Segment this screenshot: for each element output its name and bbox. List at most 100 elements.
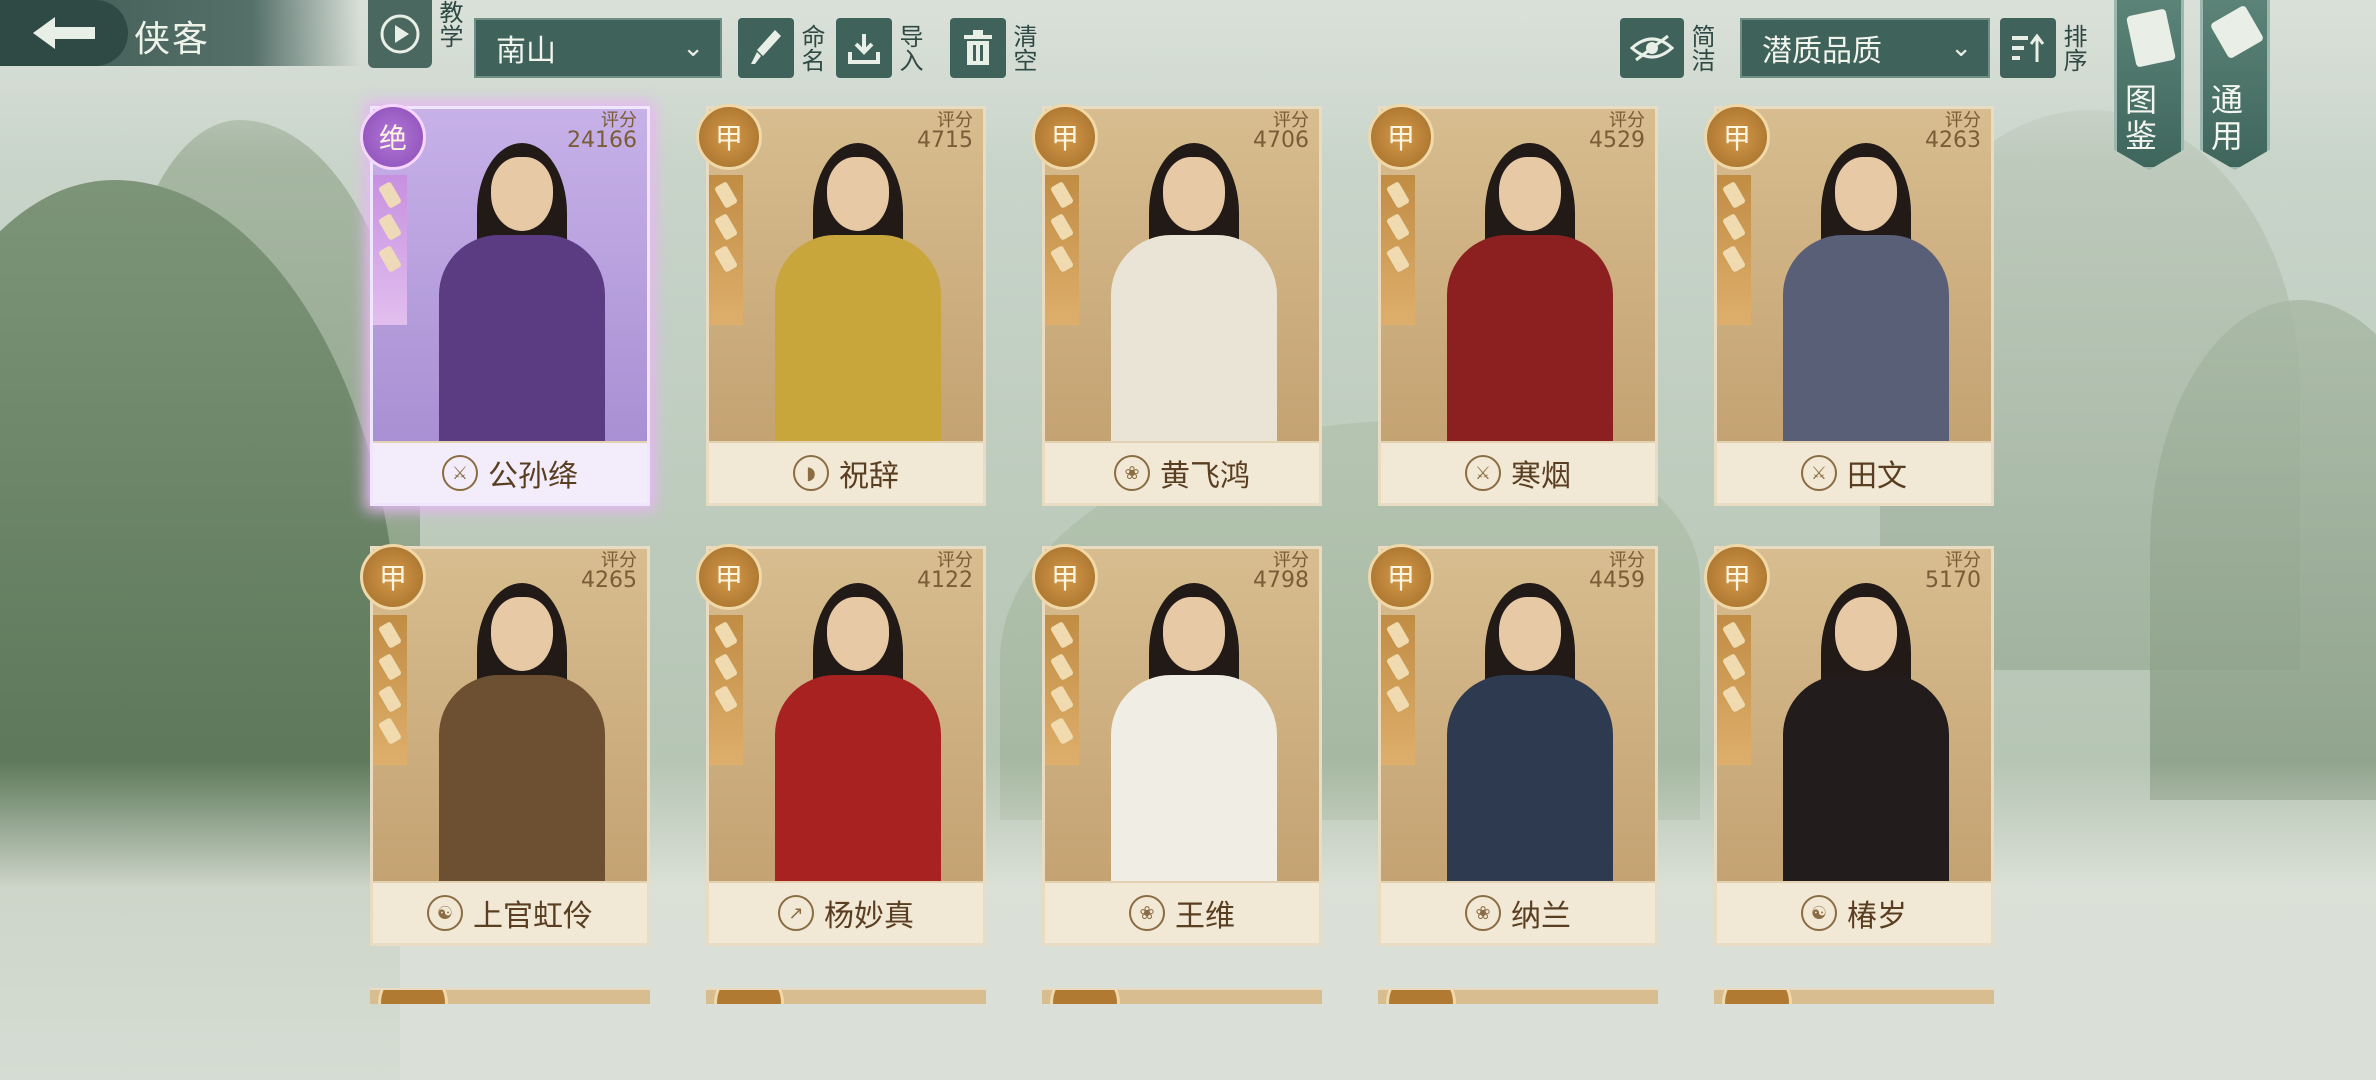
grade-badge: 甲 [696, 104, 762, 170]
hero-namebar: ⚔ 寒烟 [1381, 441, 1655, 503]
grade-badge: 甲 [360, 544, 426, 610]
yin-yang-icon: ☯ [1801, 895, 1837, 931]
side-tab-label: 图鉴 [2125, 81, 2158, 155]
potential-ribbon [709, 615, 743, 765]
hero-score: 评分 5170 [1925, 551, 1981, 593]
hero-namebar: ☯ 椿岁 [1717, 881, 1991, 943]
hero-score: 评分 24166 [567, 111, 637, 153]
sort-order-label: 排序 [2059, 24, 2087, 72]
rename-button[interactable]: 命名 [738, 18, 825, 78]
potential-ribbon [1381, 175, 1415, 325]
hero-score: 评分 4706 [1253, 111, 1309, 153]
hero-card[interactable]: 评分 4798 ❀ 王维 甲 [1032, 544, 1324, 948]
hero-card[interactable]: 评分 4263 ⚔ 田文 甲 [1704, 104, 1996, 508]
grade-badge: 绝 [360, 104, 426, 170]
yin-yang-icon: ☯ [427, 895, 463, 931]
hero-name: 祝辞 [839, 459, 899, 494]
hero-name: 公孙绛 [488, 459, 578, 494]
potential-ribbon [709, 175, 743, 325]
brush-icon [738, 18, 794, 78]
play-icon [368, 0, 432, 68]
hero-card[interactable]: 评分 5170 ☯ 椿岁 甲 [1704, 544, 1996, 948]
hero-score: 评分 4798 [1253, 551, 1309, 592]
eye-hidden-icon [1620, 18, 1684, 78]
hero-score: 评分 4529 [1589, 111, 1645, 153]
hero-score: 评分 4459 [1589, 551, 1645, 593]
score-value: 4263 [1925, 128, 1981, 153]
potential-ribbon [1381, 615, 1415, 765]
hero-namebar: ❀ 王维 [1045, 881, 1319, 943]
hero-score: 评分 4122 [917, 551, 973, 593]
grade-badge: 甲 [1704, 544, 1770, 610]
score-value: 5170 [1925, 568, 1981, 593]
back-arrow-icon [33, 17, 95, 49]
simple-view-button[interactable]: 简洁 [1620, 18, 1715, 78]
lotus-icon: ❀ [1465, 895, 1501, 931]
hero-card[interactable]: 评分 24166 ⚔ 公孙绛 绝 [360, 104, 652, 508]
tutorial-label: 教学 [435, 0, 463, 48]
side-tab-label: 通用 [2211, 81, 2244, 155]
import-button[interactable]: 导入 [836, 18, 923, 78]
tutorial-button[interactable]: 教学 [368, 0, 463, 68]
hero-card[interactable]: 评分 4715 ◗ 祝辞 甲 [696, 104, 988, 508]
grade-badge: 甲 [1704, 104, 1770, 170]
hero-namebar: ⚔ 田文 [1717, 441, 1991, 503]
top-bar: 侠客 教学 南山 ⌄ 命名 导入 清空 简洁 潜质品质 ⌄ 排序 图鉴 通用 [0, 0, 2376, 170]
chevron-down-icon: ⌄ [682, 33, 704, 63]
hero-card[interactable]: 评分 4459 ❀ 纳兰 甲 [1368, 544, 1660, 948]
score-value: 4122 [917, 568, 973, 593]
sword-icon: ⚔ [1465, 455, 1501, 491]
chevron-down-icon: ⌄ [1950, 33, 1972, 63]
shield-icon: ◗ [793, 455, 829, 491]
side-tab-general[interactable]: 通用 [2200, 0, 2270, 170]
hero-name: 上官虹伶 [473, 899, 593, 934]
score-value: 4529 [1589, 128, 1645, 153]
score-value: 4706 [1253, 128, 1309, 153]
score-value: 4265 [581, 568, 637, 593]
hero-name: 椿岁 [1847, 899, 1907, 934]
spear-icon: ↗ [778, 895, 814, 931]
sort-icon [2000, 18, 2056, 78]
hero-name: 纳兰 [1511, 899, 1571, 934]
hero-name: 寒烟 [1511, 459, 1571, 494]
clear-button[interactable]: 清空 [950, 18, 1037, 78]
team-select[interactable]: 南山 ⌄ [474, 18, 722, 78]
hero-namebar: ❀ 黄飞鸿 [1045, 441, 1319, 503]
hero-card[interactable]: 评分 4122 ↗ 杨妙真 甲 [696, 544, 988, 948]
sort-select-value: 潜质品质 [1762, 34, 1882, 69]
hero-card[interactable]: 评分 4706 ❀ 黄飞鸿 甲 [1032, 104, 1324, 508]
trash-icon [950, 18, 1006, 78]
team-select-value: 南山 [496, 34, 556, 69]
hero-name: 杨妙真 [824, 899, 914, 934]
sort-select[interactable]: 潜质品质 ⌄ [1740, 18, 1990, 78]
grade-badge: 甲 [1032, 104, 1098, 170]
potential-ribbon [1045, 175, 1079, 325]
sword-icon: ⚔ [1801, 455, 1837, 491]
grade-badge: 甲 [1032, 544, 1098, 610]
hero-card[interactable]: 评分 4265 ☯ 上官虹伶 甲 [360, 544, 652, 948]
hero-namebar: ◗ 祝辞 [709, 441, 983, 503]
potential-ribbon [373, 175, 407, 325]
side-tab-album[interactable]: 图鉴 [2114, 0, 2184, 170]
clear-label: 清空 [1009, 24, 1037, 72]
sword-icon: ⚔ [442, 455, 478, 491]
lotus-icon: ❀ [1114, 455, 1150, 491]
rename-label: 命名 [797, 24, 825, 72]
download-icon [836, 18, 892, 78]
back-button[interactable] [0, 0, 128, 66]
simple-view-label: 简洁 [1687, 24, 1715, 72]
hero-score: 评分 4715 [917, 111, 973, 152]
hero-namebar: ☯ 上官虹伶 [373, 881, 647, 943]
hero-namebar: ⚔ 公孙绛 [373, 441, 647, 503]
hero-card[interactable]: 评分 4529 ⚔ 寒烟 甲 [1368, 104, 1660, 508]
score-value: 4459 [1589, 568, 1645, 593]
hero-namebar: ↗ 杨妙真 [709, 881, 983, 943]
import-label: 导入 [895, 24, 923, 72]
sort-order-button[interactable]: 排序 [2000, 18, 2087, 78]
hero-namebar: ❀ 纳兰 [1381, 881, 1655, 943]
potential-ribbon [1045, 615, 1079, 765]
hero-name: 黄飞鸿 [1160, 459, 1250, 494]
score-value: 24166 [567, 128, 637, 153]
grade-badge: 甲 [1368, 544, 1434, 610]
grade-badge: 甲 [1368, 104, 1434, 170]
